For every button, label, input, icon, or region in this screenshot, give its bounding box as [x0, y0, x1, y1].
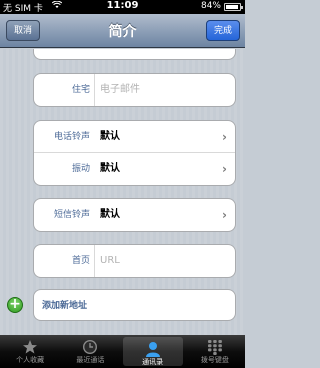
contact-edit-form[interactable]: 住宅 电子邮件 电话铃声 默认 › 振动 默认 › 短信铃声 默认 › 首页 U… — [0, 49, 245, 335]
url-field[interactable]: URL — [100, 245, 120, 277]
previous-field-group — [33, 49, 236, 60]
tab-keypad[interactable]: 拨号键盘 — [185, 335, 245, 368]
clock-icon — [60, 336, 120, 356]
add-address-label: 添加新地址 — [42, 301, 88, 311]
vibration-row[interactable]: 振动 默认 › — [34, 153, 235, 185]
chevron-right-icon: › — [222, 208, 227, 222]
done-button[interactable]: 完成 — [205, 20, 240, 41]
text-tone-label: 短信铃声 — [53, 210, 90, 220]
vibration-label: 振动 — [71, 164, 90, 174]
keypad-icon — [185, 336, 245, 356]
ringtone-label: 电话铃声 — [53, 132, 90, 142]
email-type-label[interactable]: 住宅 — [34, 74, 90, 106]
tones-group: 电话铃声 默认 › 振动 默认 › — [33, 120, 236, 186]
battery-icon — [224, 3, 243, 11]
star-icon — [0, 336, 60, 356]
add-icon[interactable]: + — [7, 297, 23, 313]
ringtone-row[interactable]: 电话铃声 默认 › — [34, 121, 235, 153]
add-address-button[interactable]: 添加新地址 — [33, 289, 236, 321]
homepage-label[interactable]: 首页 — [34, 245, 90, 277]
status-bar: 无 SIM 卡 11:09 84% — [0, 0, 245, 14]
email-row[interactable]: 住宅 电子邮件 — [34, 74, 235, 106]
text-tone-value: 默认 — [100, 209, 120, 220]
chevron-right-icon: › — [222, 162, 227, 176]
email-field[interactable]: 电子邮件 — [100, 74, 140, 106]
text-tone-row[interactable]: 短信铃声 默认 › — [34, 199, 235, 231]
tab-bar: 个人收藏 最近通话 通讯录 拨号键盘 — [0, 335, 245, 368]
tab-contacts[interactable]: 通讯录 — [122, 337, 183, 366]
ringtone-value: 默认 — [100, 131, 120, 142]
vibration-value: 默认 — [100, 163, 120, 174]
tab-recents[interactable]: 最近通话 — [60, 335, 120, 368]
homepage-group: 首页 URL — [33, 244, 236, 278]
text-tone-group: 短信铃声 默认 › — [33, 198, 236, 232]
tab-favorites[interactable]: 个人收藏 — [0, 335, 60, 368]
email-group: 住宅 电子邮件 — [33, 73, 236, 107]
navigation-bar: 取消 简介 完成 — [0, 14, 245, 48]
contacts-icon — [123, 338, 183, 358]
homepage-row[interactable]: 首页 URL — [34, 245, 235, 277]
chevron-right-icon: › — [222, 130, 227, 144]
battery-percentage: 84% — [200, 1, 221, 11]
